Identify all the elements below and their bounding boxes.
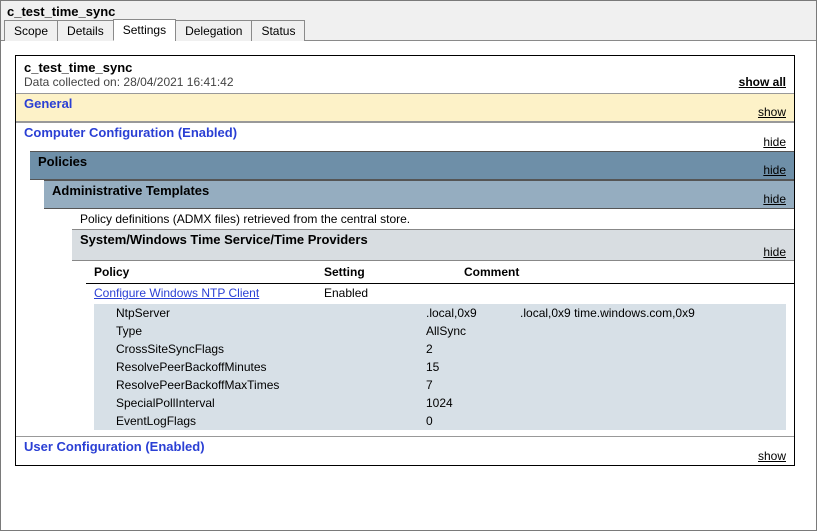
section-computer-configuration[interactable]: Computer Configuration (Enabled) hide [16,122,794,151]
col-setting: Setting [316,261,456,284]
section-general-toggle[interactable]: show [758,104,786,120]
detail-crosssitesyncflags: CrossSiteSyncFlags 2 [94,340,786,358]
policy-comment-value [456,284,794,303]
detail-type: Type AllSync [94,322,786,340]
policy-detail-block: NtpServer .local,0x9 .local,0x9 time.win… [94,304,786,430]
tab-delegation[interactable]: Delegation [175,20,252,41]
section-time-providers-label: System/Windows Time Service/Time Provide… [80,232,368,247]
show-all-link[interactable]: show all [739,75,786,89]
detail-eventlogflags-label: EventLogFlags [116,414,426,428]
detail-ntpserver: NtpServer .local,0x9 .local,0x9 time.win… [94,304,786,322]
col-policy: Policy [86,261,316,284]
section-policies-label: Policies [38,154,87,169]
detail-resolvepeerbackoffmaxtimes-label: ResolvePeerBackoffMaxTimes [116,378,426,392]
detail-crosssitesyncflags-value: 2 [426,342,786,356]
detail-type-label: Type [116,324,426,338]
detail-eventlogflags-value: 0 [426,414,786,428]
col-comment: Comment [456,261,794,284]
section-user-configuration-toggle[interactable]: show [758,448,786,464]
detail-resolvepeerbackoffminutes-value: 15 [426,360,786,374]
section-policies[interactable]: Policies hide [30,151,794,180]
tab-details[interactable]: Details [57,20,114,41]
detail-type-value: AllSync [426,324,786,338]
admx-note: Policy definitions (ADMX files) retrieve… [72,209,794,229]
settings-content: c_test_time_sync Data collected on: 28/0… [1,41,816,476]
detail-resolvepeerbackoffmaxtimes-value: 7 [426,378,786,392]
gpo-report-window: c_test_time_sync Scope Details Settings … [0,0,817,531]
tab-settings[interactable]: Settings [113,19,176,41]
detail-resolvepeerbackoffmaxtimes: ResolvePeerBackoffMaxTimes 7 [94,376,786,394]
detail-specialpollinterval: SpecialPollInterval 1024 [94,394,786,412]
section-computer-configuration-label: Computer Configuration (Enabled) [24,125,237,140]
policy-table-header-row: Policy Setting Comment [86,261,794,284]
report-header: c_test_time_sync Data collected on: 28/0… [16,56,794,93]
policy-table: Policy Setting Comment Configure Windows… [86,261,794,302]
section-computer-configuration-toggle[interactable]: hide [763,134,786,150]
section-user-configuration[interactable]: User Configuration (Enabled) show [16,436,794,465]
collected-prefix: Data collected on: [24,75,123,89]
tab-status[interactable]: Status [251,20,305,41]
window-title: c_test_time_sync [1,1,816,19]
detail-resolvepeerbackoffminutes: ResolvePeerBackoffMinutes 15 [94,358,786,376]
detail-specialpollinterval-value: 1024 [426,396,786,410]
section-time-providers-toggle[interactable]: hide [763,244,786,260]
detail-ntpserver-value: .local,0x9 .local,0x9 time.windows.com,0… [426,306,786,320]
tab-strip: Scope Details Settings Delegation Status [1,19,816,41]
section-admin-templates-label: Administrative Templates [52,183,209,198]
section-user-configuration-label: User Configuration (Enabled) [24,439,205,454]
report-collected-on: Data collected on: 28/04/2021 16:41:42 [24,75,786,89]
policy-name-link[interactable]: Configure Windows NTP Client [94,286,259,300]
detail-crosssitesyncflags-label: CrossSiteSyncFlags [116,342,426,356]
detail-resolvepeerbackoffminutes-label: ResolvePeerBackoffMinutes [116,360,426,374]
section-time-providers[interactable]: System/Windows Time Service/Time Provide… [72,229,794,261]
detail-ntpserver-label: NtpServer [116,306,426,320]
section-general-label: General [24,96,72,111]
collected-date: 28/04/2021 16:41:42 [123,75,233,89]
section-general[interactable]: General show [16,93,794,122]
policy-setting-value: Enabled [316,284,456,303]
tab-scope[interactable]: Scope [4,20,58,41]
policy-row: Configure Windows NTP Client Enabled [86,284,794,303]
policy-report: c_test_time_sync Data collected on: 28/0… [15,55,795,466]
detail-specialpollinterval-label: SpecialPollInterval [116,396,426,410]
report-title: c_test_time_sync [24,60,786,75]
detail-eventlogflags: EventLogFlags 0 [94,412,786,430]
section-policies-toggle[interactable]: hide [763,162,786,178]
section-admin-templates[interactable]: Administrative Templates hide [44,180,794,209]
section-admin-templates-toggle[interactable]: hide [763,191,786,207]
